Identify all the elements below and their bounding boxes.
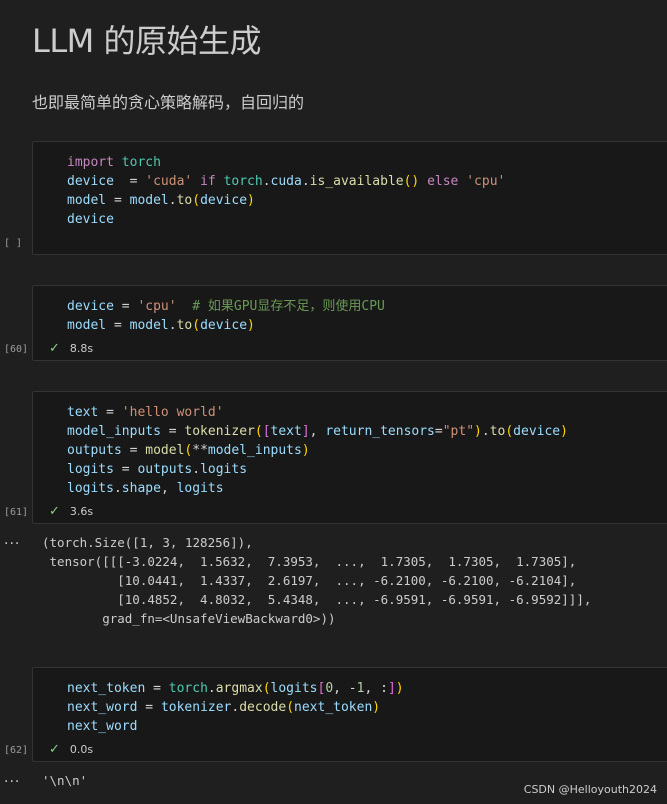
code-line: text = 'hello world'	[67, 405, 224, 420]
code-cell-2[interactable]: device = 'cpu' # 如果GPU显存不足，则使用CPU model =…	[32, 285, 667, 361]
exec-count: [60]	[4, 344, 29, 355]
cell-output: (torch.Size([1, 3, 128256]), tensor([[[-…	[42, 535, 592, 626]
cell-code[interactable]: device = 'cpu' # 如果GPU显存不足，则使用CPU model =…	[67, 297, 385, 335]
cell-status: ✓ 8.8s	[49, 341, 93, 356]
check-icon: ✓	[49, 341, 60, 356]
markdown-title: LLM 的原始生成	[32, 22, 261, 60]
exec-count: [62]	[4, 745, 29, 756]
code-line: model = model.to(device)	[67, 318, 255, 333]
watermark: CSDN @Helloyouth2024	[523, 783, 657, 796]
code-line: model_inputs = tokenizer([text], return_…	[67, 424, 568, 439]
code-cell-3[interactable]: text = 'hello world' model_inputs = token…	[32, 391, 667, 524]
code-line: device	[67, 212, 114, 227]
check-icon: ✓	[49, 742, 60, 757]
code-line: model = model.to(device)	[67, 193, 255, 208]
cell-code[interactable]: import torch device = 'cuda' if torch.cud…	[67, 153, 505, 229]
cell-code[interactable]: text = 'hello world' model_inputs = token…	[67, 403, 568, 498]
code-line: logits.shape, logits	[67, 481, 224, 496]
code-line: device = 'cuda' if torch.cuda.is_availab…	[67, 174, 506, 189]
code-cell-4[interactable]: next_token = torch.argmax(logits[0, -1, …	[32, 667, 667, 762]
cell-output: '\n\n'	[42, 773, 88, 788]
output-more-icon[interactable]: ...	[4, 532, 20, 548]
exec-count: [61]	[4, 507, 29, 518]
code-line: outputs = model(**model_inputs)	[67, 443, 310, 458]
code-line: next_word = tokenizer.decode(next_token)	[67, 700, 381, 715]
code-line: next_word	[67, 719, 138, 734]
code-line: import torch	[67, 155, 161, 170]
code-cell-1[interactable]: import torch device = 'cuda' if torch.cud…	[32, 141, 667, 255]
code-line: device = 'cpu' # 如果GPU显存不足，则使用CPU	[67, 299, 385, 314]
cell-duration: 8.8s	[69, 342, 94, 355]
exec-count: [ ]	[4, 238, 23, 249]
cell-duration: 0.0s	[69, 743, 94, 756]
check-icon: ✓	[49, 504, 60, 519]
cell-code[interactable]: next_token = torch.argmax(logits[0, -1, …	[67, 679, 404, 736]
cell-status: ✓ 3.6s	[49, 504, 93, 519]
code-line: logits = outputs.logits	[67, 462, 248, 477]
cell-status: ✓ 0.0s	[49, 742, 93, 757]
cell-duration: 3.6s	[69, 505, 94, 518]
code-line: next_token = torch.argmax(logits[0, -1, …	[67, 681, 404, 696]
markdown-subtitle: 也即最简单的贪心策略解码，自回归的	[32, 93, 305, 112]
output-more-icon[interactable]: ...	[4, 770, 20, 786]
